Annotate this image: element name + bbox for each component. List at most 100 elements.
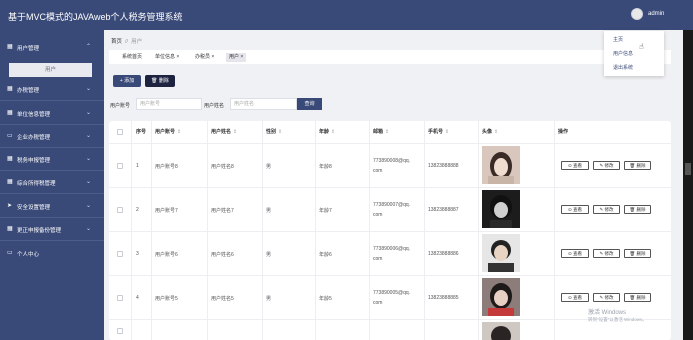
sidebar-item-security-settings[interactable]: ➤ 安全设置管理 ⌄ [0, 198, 104, 214]
close-icon[interactable]: × [176, 54, 179, 60]
user-avatar[interactable] [631, 8, 643, 20]
row-checkbox[interactable] [117, 295, 123, 301]
user-name[interactable]: admin [648, 11, 664, 17]
hand-cursor-icon: ☝ [639, 42, 644, 51]
account-search-input[interactable]: 用户账号 [136, 98, 202, 110]
view-button[interactable]: ⊙ 查看 [561, 205, 589, 214]
delete-button[interactable]: 🗑 删除 [624, 293, 651, 302]
view-button[interactable]: ⊙ 查看 [561, 161, 589, 170]
tag-unit-info[interactable]: 单位信息 × [152, 53, 182, 62]
sidebar-divider [0, 217, 104, 218]
sort-icon[interactable]: ⇕ [233, 129, 237, 135]
sort-icon[interactable]: ⇕ [278, 129, 282, 135]
tag-label: 用户 [229, 54, 240, 60]
select-all-checkbox[interactable] [117, 129, 123, 135]
cell-email-line2: com [373, 212, 383, 218]
menu-item-logout[interactable]: 退出系统 [613, 64, 633, 71]
row-checkbox[interactable] [117, 207, 123, 213]
column-header-email[interactable]: 邮箱 ⇕ [373, 121, 389, 143]
sidebar-item-unit-info[interactable]: ▦ 单位信息管理 ⌄ [0, 105, 104, 121]
column-header-label: 用户姓名 [211, 129, 232, 135]
sidebar-item-enterprise-tax[interactable]: ▭ 企业办税管理 ⌄ [0, 128, 104, 144]
sidebar-item-label: 个人中心 [17, 252, 40, 258]
edit-button[interactable]: ✎ 修改 [593, 205, 620, 214]
cell-gender: 男 [266, 208, 272, 214]
cell-phone: 13823888885 [428, 295, 459, 301]
account-search-label: 用户账号 [110, 103, 131, 109]
menu-item-home[interactable]: 主页 [613, 36, 623, 43]
close-icon[interactable]: × [211, 54, 214, 60]
column-header-name[interactable]: 用户姓名 ⇕ [211, 121, 237, 143]
cell-index: 3 [136, 251, 139, 257]
sort-icon[interactable]: ⇕ [331, 129, 335, 135]
sidebar-divider [0, 193, 104, 194]
add-button[interactable]: + 添加 [113, 75, 141, 87]
sort-icon[interactable]: ⇕ [385, 129, 389, 135]
cell-phone: 13823888886 [428, 251, 459, 257]
breadcrumb-separator: // [125, 39, 129, 45]
delete-button[interactable]: 🗑 删除 [624, 161, 651, 170]
column-header-phone[interactable]: 手机号 ⇕ [428, 121, 449, 143]
name-search-input[interactable]: 用户姓名 [230, 98, 297, 110]
sidebar-item-tax-management[interactable]: ▦ 办税管理 ⌄ [0, 81, 104, 97]
activation-watermark-title: 激活 Windows [588, 310, 627, 316]
cell-gender: 男 [266, 296, 272, 302]
tag-tax-officer[interactable]: 办税员 × [192, 53, 217, 62]
sidebar-item-user-management[interactable]: ▦ 用户管理 ⌃ [0, 39, 104, 55]
tag-user[interactable]: 用户 × [226, 53, 247, 62]
search-button[interactable]: 查询 [297, 98, 322, 110]
right-edge-strip [683, 30, 693, 340]
sidebar-divider [0, 100, 104, 101]
column-header-label: 年龄 [319, 129, 330, 135]
cell-phone: 13823888887 [428, 207, 459, 213]
card-icon: ▭ [7, 133, 13, 139]
delete-button[interactable]: 🗑 删除 [624, 249, 651, 258]
menu-item-user-info[interactable]: 用户信息 [613, 50, 633, 57]
chevron-down-icon: ⌄ [86, 133, 92, 139]
view-button[interactable]: ⊙ 查看 [561, 293, 589, 302]
scroll-handle[interactable] [685, 163, 691, 175]
edit-button[interactable]: ✎ 修改 [593, 249, 620, 258]
delete-button[interactable]: 🗑 删除 [624, 205, 651, 214]
row-checkbox[interactable] [117, 163, 123, 169]
tag-label: 系统首页 [122, 54, 143, 60]
row-checkbox[interactable] [117, 251, 123, 257]
column-header-label: 邮箱 [373, 129, 384, 135]
sidebar-item-personal-center[interactable]: ▭ 个人中心 [0, 245, 104, 261]
user-dropdown-menu: 主页 用户信息 退出系统 [604, 31, 664, 76]
sidebar-item-correction-backup[interactable]: ▦ 更正申报备份管理 ⌄ [0, 221, 104, 237]
grid-icon: ▦ [7, 44, 13, 50]
batch-delete-button[interactable]: 🗑 删除 [145, 75, 175, 87]
sort-icon[interactable]: ⇕ [445, 129, 449, 135]
row-checkbox[interactable] [117, 328, 123, 334]
column-header-gender[interactable]: 性别 ⇕ [266, 121, 282, 143]
sidebar-item-tax-declaration[interactable]: ▦ 税务申报管理 ⌄ [0, 151, 104, 167]
sort-icon[interactable]: ⇕ [177, 129, 181, 135]
tag-system-home[interactable]: 系统首页 [119, 53, 145, 62]
sidebar-item-label: 综合所得税管理 [17, 181, 56, 187]
cell-account: 用户账号8 [155, 164, 178, 170]
sidebar-subitem-user[interactable]: 用户 [9, 63, 92, 77]
sort-icon[interactable]: ⇕ [494, 129, 498, 135]
column-header-account[interactable]: 用户账号 ⇕ [155, 121, 181, 143]
cell-email-line1: 773890006@qq. [373, 246, 411, 252]
delete-label: 删除 [636, 207, 646, 212]
edit-icon: ✎ [599, 295, 604, 300]
sidebar-item-label: 企业办税管理 [17, 135, 51, 141]
column-header-avatar[interactable]: 头像 ⇕ [482, 121, 498, 143]
view-button[interactable]: ⊙ 查看 [561, 249, 589, 258]
trash-icon: 🗑 [629, 295, 636, 300]
sidebar-divider [0, 240, 104, 241]
edit-button[interactable]: ✎ 修改 [593, 161, 620, 170]
breadcrumb: 首页//用户 [111, 37, 142, 45]
column-header-age[interactable]: 年龄 ⇕ [319, 121, 335, 143]
sidebar-item-comprehensive-tax[interactable]: ▦ 综合所得税管理 ⌄ [0, 174, 104, 190]
column-header-label: 手机号 [428, 129, 444, 135]
trash-icon: 🗑 [629, 163, 636, 168]
close-icon[interactable]: × [240, 54, 243, 60]
column-header-label: 性别 [266, 129, 277, 135]
breadcrumb-home[interactable]: 首页 [111, 39, 122, 45]
cell-email-line2: com [373, 168, 383, 174]
tags-bar: 系统首页 单位信息 × 办税员 × 用户 × [109, 50, 671, 64]
edit-button[interactable]: ✎ 修改 [593, 293, 620, 302]
